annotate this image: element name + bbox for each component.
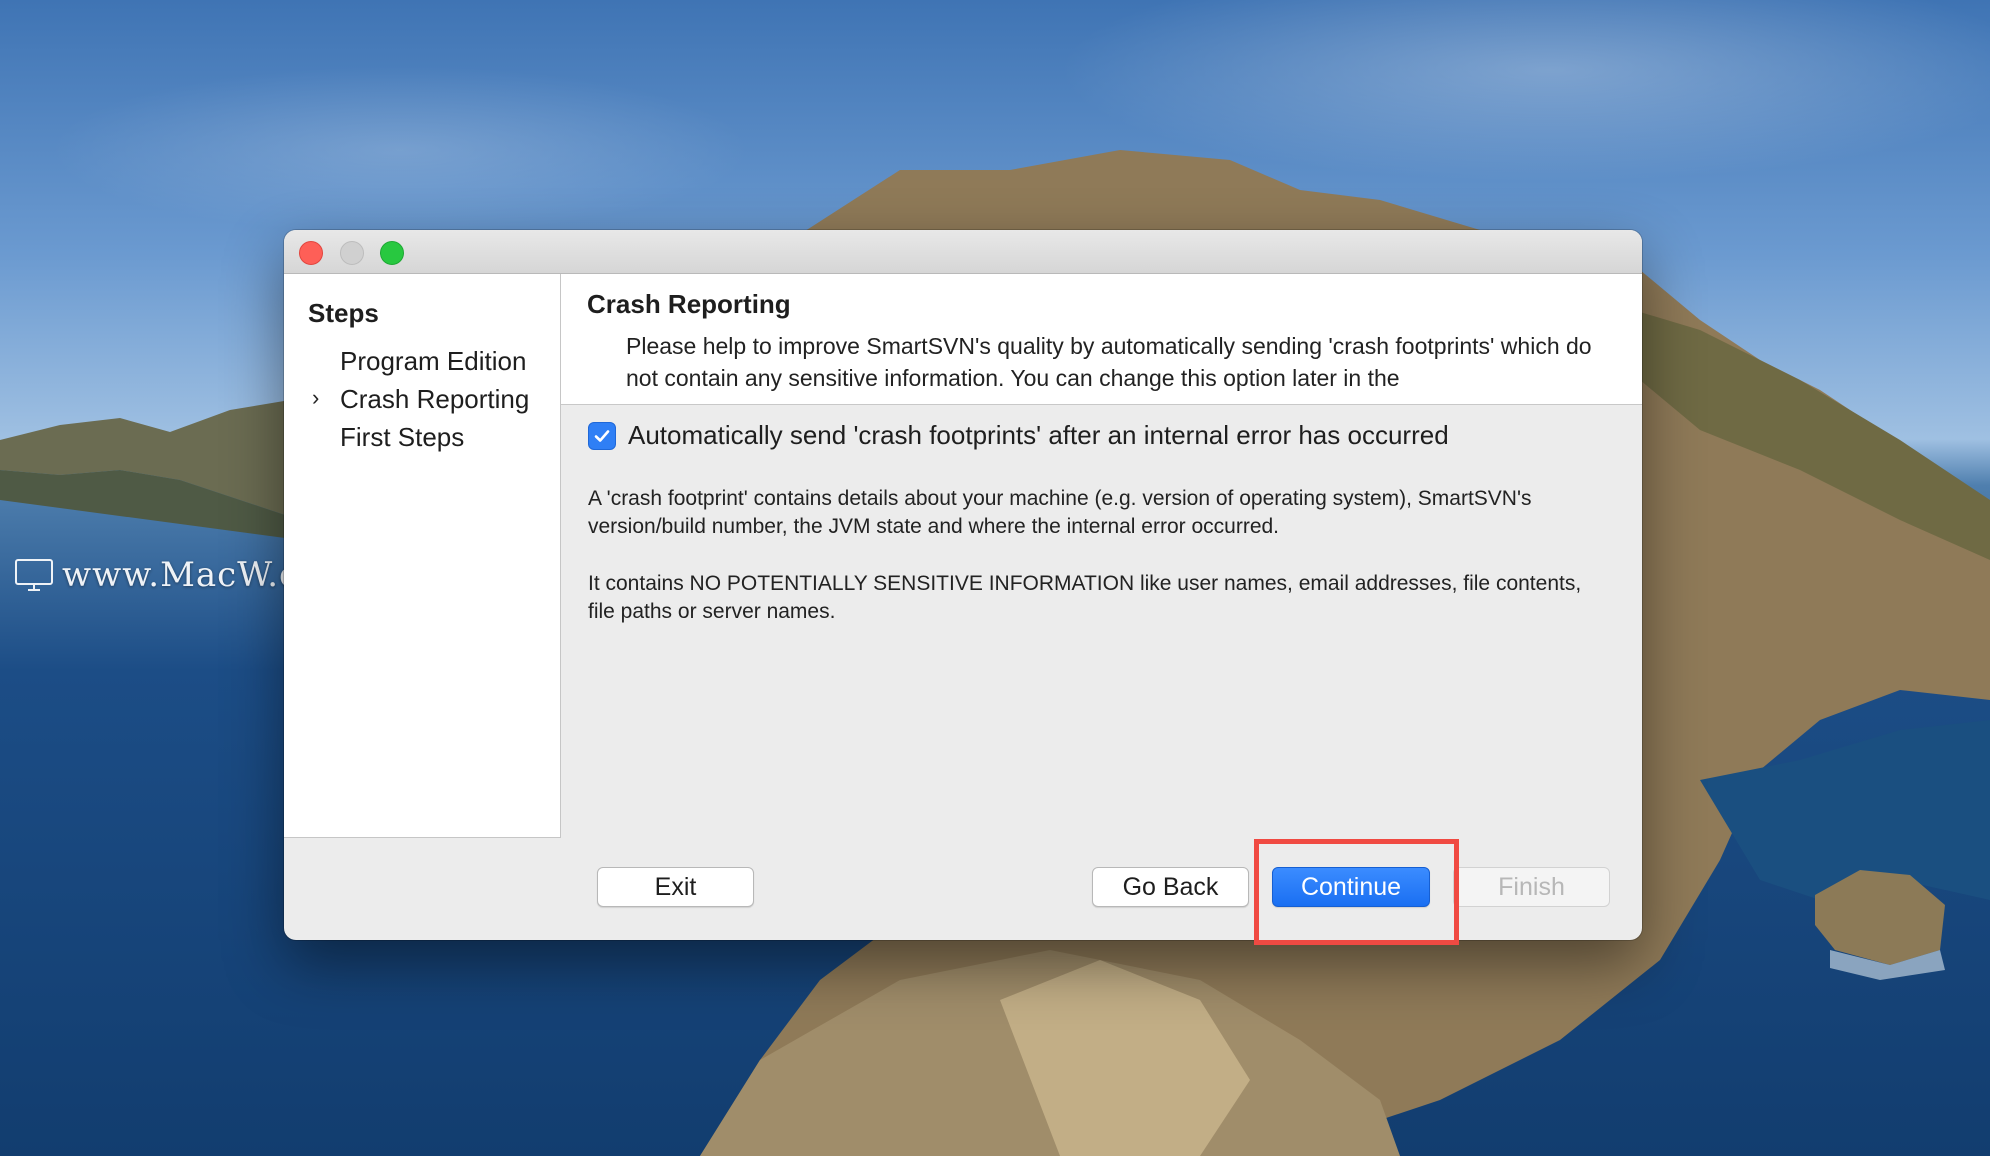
- finish-button: Finish: [1453, 867, 1610, 907]
- step-first-steps: First Steps: [340, 422, 465, 452]
- close-window-button[interactable]: [299, 241, 323, 265]
- chevron-right-icon: ›: [312, 385, 320, 410]
- steps-heading: Steps: [308, 298, 379, 328]
- crash-footprints-label[interactable]: Automatically send 'crash footprints' af…: [628, 420, 1449, 451]
- zoom-window-button[interactable]: [380, 241, 404, 265]
- crash-footprints-checkbox[interactable]: [588, 421, 616, 450]
- intro-text: Please help to improve SmartSVN's qualit…: [626, 333, 1592, 391]
- privacy-note: It contains NO POTENTIALLY SENSITIVE INF…: [588, 572, 1582, 623]
- checkmark-icon: [594, 429, 610, 442]
- page-title: Crash Reporting: [587, 289, 791, 319]
- minimize-window-button: [340, 241, 364, 265]
- go-back-button[interactable]: Go Back: [1092, 867, 1249, 907]
- steps-sidebar: Steps Program Edition › Crash Reporting …: [284, 274, 561, 838]
- footprint-description: A 'crash footprint' contains details abo…: [588, 487, 1532, 538]
- crash-footprints-option[interactable]: Automatically send 'crash footprints' af…: [588, 420, 1449, 451]
- monitor-icon: [15, 559, 53, 591]
- step-crash-reporting: Crash Reporting: [340, 384, 530, 414]
- setup-dialog: Steps Program Edition › Crash Reporting …: [284, 230, 1642, 940]
- continue-highlight-box: [1254, 839, 1459, 945]
- content-header: Crash Reporting Please help to improve S…: [561, 274, 1642, 405]
- title-bar[interactable]: [284, 230, 1642, 274]
- step-program-edition: Program Edition: [340, 346, 527, 376]
- exit-button[interactable]: Exit: [597, 867, 754, 907]
